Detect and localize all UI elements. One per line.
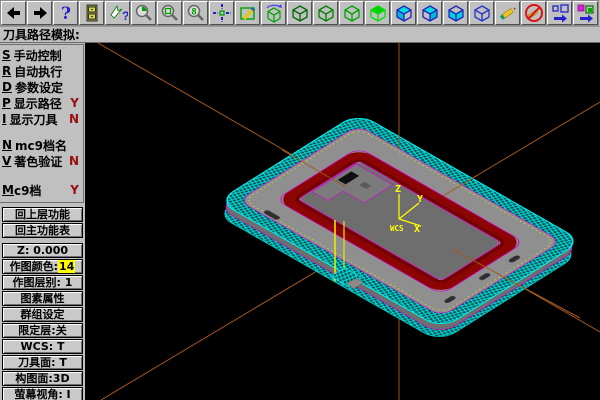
wireframe-view-2-button[interactable] — [313, 1, 338, 25]
forward-arrow-icon — [30, 3, 50, 23]
status-value: Y — [70, 183, 79, 197]
group-settings-button[interactable]: 群组设定 — [2, 307, 83, 322]
menu-item-show-tool[interactable]: I显示刀具N — [2, 111, 83, 127]
zoom-button[interactable] — [131, 1, 156, 25]
axis-label-y: Y — [417, 194, 423, 205]
analyze-help-button[interactable]: ? — [105, 1, 130, 25]
status-value: Y — [70, 96, 79, 110]
fit-screen-button[interactable] — [209, 1, 234, 25]
magnifier-window-icon — [160, 3, 180, 23]
svg-text:8: 8 — [191, 7, 196, 17]
wireframe-view-4-button[interactable] — [365, 1, 390, 25]
rotate-cube-icon — [264, 3, 284, 23]
colored-squares-arrow-icon — [576, 3, 596, 23]
menu-item-mc9-filename[interactable]: Nmc9档名 — [2, 137, 83, 153]
green-cube-icon — [290, 3, 310, 23]
prompt-bar: 刀具路径模拟: — [0, 27, 600, 43]
sidebar: S手动控制 R自动执行 D参数设定 P显示路径Y I显示刀具N Nmc9档名 V… — [0, 43, 85, 400]
menu-item-shade-verify[interactable]: V著色验证N — [2, 153, 83, 169]
menu-item-auto-run[interactable]: R自动执行 — [2, 63, 83, 79]
menu-spacer — [2, 169, 83, 182]
entity-attributes-button[interactable]: 图素属性 — [2, 291, 83, 306]
erase-disabled-button[interactable] — [521, 1, 546, 25]
nav-buttons: 回上层功能 回主功能表 — [0, 207, 85, 238]
wcs-button[interactable]: WCS: T — [2, 339, 83, 354]
tool-plane-button[interactable]: 刀具面: T — [2, 355, 83, 370]
z-depth-button[interactable]: Z: 0.000 — [2, 243, 83, 258]
zoom-out-08-button[interactable]: 8 — [183, 1, 208, 25]
menu-item-show-path[interactable]: P显示路径Y — [2, 95, 83, 111]
cad-canvas: Z Y WCS X — [85, 43, 600, 400]
wireframe-view-1-button[interactable] — [287, 1, 312, 25]
draw-level-button[interactable]: 作图层别: 1 — [2, 275, 83, 290]
repaint-brush-icon — [238, 3, 258, 23]
menu-spacer — [2, 127, 83, 137]
green-cube-icon — [342, 3, 362, 23]
shaded-view-4-button[interactable] — [469, 1, 494, 25]
cyan-cube-icon — [446, 3, 466, 23]
color-swatch: 14 — [58, 260, 75, 273]
back-to-previous-menu-button[interactable]: 回上层功能 — [2, 207, 83, 222]
shaded-view-3-button[interactable] — [443, 1, 468, 25]
shaded-view-2-button[interactable] — [417, 1, 442, 25]
axis-label-x: X — [414, 224, 420, 235]
wireframe-view-3-button[interactable] — [339, 1, 364, 25]
squares-arrow-icon — [550, 3, 570, 23]
back-button[interactable] — [1, 1, 26, 25]
cyan-cube-icon — [394, 3, 414, 23]
toolpath-sim-menu: S手动控制 R自动执行 D参数设定 P显示路径Y I显示刀具N Nmc9档名 V… — [0, 44, 84, 203]
construction-plane-button[interactable]: 构图面:3D — [2, 371, 83, 386]
fit-cross-icon — [212, 3, 232, 23]
level-limit-button[interactable]: 限定层:关 — [2, 323, 83, 338]
shaded-view-1-button[interactable] — [391, 1, 416, 25]
axis-label-wcs: WCS — [390, 224, 404, 233]
back-arrow-icon — [4, 3, 24, 23]
graphics-view-button[interactable]: 萤幕视角: I — [2, 387, 83, 400]
menu-item-params[interactable]: D参数设定 — [2, 79, 83, 95]
svg-text:?: ? — [61, 4, 71, 23]
draw-color-button[interactable]: 作图颜色:14 — [2, 259, 83, 274]
prompt-label: 刀具路径模拟: — [3, 26, 80, 43]
file-manager-button[interactable] — [79, 1, 104, 25]
file-cabinet-icon — [82, 3, 102, 23]
repaint-button[interactable] — [235, 1, 260, 25]
question-mark-icon: ? — [56, 3, 76, 23]
magnifier-icon — [134, 3, 154, 23]
svg-text:?: ? — [122, 9, 128, 23]
back-to-main-menu-button[interactable]: 回主功能表 — [2, 223, 83, 238]
graphics-viewport[interactable]: Z Y WCS X — [85, 43, 600, 400]
green-cube-icon — [316, 3, 336, 23]
screen-to-next-button[interactable] — [547, 1, 572, 25]
status-value: N — [69, 112, 79, 126]
status-buttons: Z: 0.000 作图颜色:14 作图层别: 1 图素属性 群组设定 限定层:关… — [0, 243, 85, 400]
cursor-question-icon: ? — [108, 3, 128, 23]
menu-item-mc9-file[interactable]: Mc9档Y — [2, 182, 83, 198]
toolbar: ? ? 8 — [0, 0, 600, 27]
axis-label-z: Z — [395, 184, 401, 195]
pencil-icon — [498, 3, 518, 23]
no-pencil-icon — [524, 3, 544, 23]
dynamic-views-button[interactable] — [261, 1, 286, 25]
blue-cube-icon — [472, 3, 492, 23]
draw-pencil-button[interactable] — [495, 1, 520, 25]
menu-item-manual-control[interactable]: S手动控制 — [2, 47, 83, 63]
cyan-cube-icon — [420, 3, 440, 23]
zoom-window-button[interactable] — [157, 1, 182, 25]
help-button[interactable]: ? — [53, 1, 78, 25]
forward-button[interactable] — [27, 1, 52, 25]
screen-combine-button[interactable] — [573, 1, 598, 25]
magnifier-08-icon: 8 — [186, 3, 206, 23]
bright-green-cube-icon — [368, 3, 388, 23]
status-value: N — [69, 154, 79, 168]
